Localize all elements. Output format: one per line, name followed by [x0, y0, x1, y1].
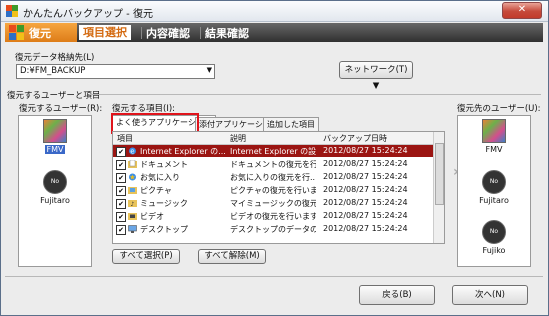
destination-label: 復元データ格納先(L)	[15, 53, 95, 63]
no-image-avatar-icon: No	[43, 170, 67, 194]
app-window: かんたんバックアップ - 復元 ✕ 復元 項目選択 内容確認 結果確認 復元デー…	[0, 0, 549, 316]
user-name: Fujitaro	[40, 196, 70, 205]
row-date: 2012/08/27 15:24:24	[323, 211, 408, 220]
dest-user-fmv[interactable]: FMV	[474, 119, 514, 154]
no-image-avatar-icon: No	[482, 220, 506, 244]
step-confirm: 内容確認	[146, 27, 190, 40]
svg-text:♪: ♪	[131, 201, 135, 207]
svg-text:★: ★	[129, 174, 135, 182]
table-row[interactable]: ✔ ドキュメント ドキュメントの復元を行... 2012/08/27 15:24…	[113, 158, 433, 170]
row-description: ドキュメントの復元を行...	[230, 160, 316, 169]
next-button[interactable]: 次へ(N)	[452, 285, 528, 305]
row-date: 2012/08/27 15:24:24	[323, 146, 408, 155]
destination-combo[interactable]: D:¥FM_BACKUP ▼	[16, 64, 215, 79]
checkbox[interactable]: ✔	[116, 212, 126, 222]
row-name: デスクトップ	[140, 225, 188, 234]
desktop-icon	[128, 225, 137, 233]
user-name: Fujiko	[482, 246, 506, 255]
table-row[interactable]: ✔ ピクチャ ピクチャの復元を行いま... 2012/08/27 15:24:2…	[113, 184, 433, 196]
row-date: 2012/08/27 15:24:24	[323, 224, 408, 233]
row-description: マイミュージックの復元...	[230, 199, 316, 208]
checkbox[interactable]: ✔	[116, 160, 126, 170]
no-image-avatar-icon: No	[482, 170, 506, 194]
user-name: FMV	[485, 145, 503, 154]
user-name: Fujitaro	[479, 196, 509, 205]
source-users-panel: FMV No Fujitaro	[18, 115, 92, 267]
column-header-item[interactable]: 項目	[117, 133, 133, 144]
network-button[interactable]: ネットワーク(T) ▼	[339, 61, 413, 91]
section-divider	[89, 94, 541, 95]
close-button[interactable]: ✕	[502, 2, 542, 19]
title-bar: かんたんバックアップ - 復元 ✕	[1, 1, 548, 22]
source-users-label: 復元するユーザー(R):	[19, 104, 103, 114]
tab-added-items[interactable]: 追加した項目	[263, 117, 319, 131]
row-date: 2012/08/27 15:24:24	[323, 172, 408, 181]
deselect-all-button[interactable]: すべて解除(M)	[198, 249, 266, 264]
table-row[interactable]: ✔ ♪ ミュージック マイミュージックの復元... 2012/08/27 15:…	[113, 197, 433, 209]
source-user-fmv[interactable]: FMV	[35, 119, 75, 154]
app-icon	[6, 5, 18, 17]
row-name: お気に入り	[140, 173, 180, 182]
favorites-icon: ★	[129, 173, 136, 182]
music-icon: ♪	[128, 200, 137, 207]
back-button[interactable]: 戻る(B)	[359, 285, 435, 305]
row-description: お気に入りの復元を行...	[230, 173, 316, 182]
window-title: かんたんバックアップ - 復元	[23, 9, 153, 20]
step-item-select: 項目選択	[79, 25, 131, 40]
user-avatar	[43, 119, 67, 143]
checkbox[interactable]: ✔	[116, 225, 126, 235]
destination-value: D:¥FM_BACKUP	[20, 66, 86, 76]
row-date: 2012/08/27 15:24:24	[323, 198, 408, 207]
row-name: ビデオ	[140, 212, 164, 221]
row-name: Internet Explorer の...	[140, 147, 226, 156]
restore-logo-icon	[9, 25, 24, 40]
source-user-fujitaro[interactable]: No Fujitaro	[35, 170, 75, 205]
table-row[interactable]: ✔ e Internet Explorer の... Internet Expl…	[113, 145, 433, 157]
chevron-down-icon: ▼	[206, 66, 212, 74]
row-name: ミュージック	[140, 199, 188, 208]
checkbox[interactable]: ✔	[116, 147, 126, 157]
step-separator	[141, 27, 142, 39]
list-header: 項目 説明 バックアップ日時	[113, 132, 433, 145]
table-row[interactable]: ✔ ビデオ ビデオの復元を行います。 2012/08/27 15:24:24	[113, 210, 433, 222]
row-date: 2012/08/27 15:24:24	[323, 185, 408, 194]
video-icon	[128, 213, 137, 220]
table-row[interactable]: ✔ デスクトップ デスクトップのデータの復... 2012/08/27 15:2…	[113, 223, 433, 235]
select-all-button[interactable]: すべて選択(P)	[112, 249, 180, 264]
table-row[interactable]: ✔ ★ お気に入り お気に入りの復元を行... 2012/08/27 15:24…	[113, 171, 433, 183]
ie-icon: e	[129, 147, 136, 156]
brand-title: 復元	[29, 27, 51, 40]
column-header-description[interactable]: 説明	[230, 133, 246, 144]
step-separator	[200, 27, 201, 39]
checkbox[interactable]: ✔	[116, 173, 126, 183]
items-list: 項目 説明 バックアップ日時 ✔ e Internet Explorer の..…	[112, 131, 445, 244]
user-name: FMV	[44, 145, 66, 154]
row-date: 2012/08/27 15:24:24	[323, 159, 408, 168]
row-name: ピクチャ	[140, 186, 172, 195]
scrollbar-thumb[interactable]	[435, 143, 444, 205]
footer-divider	[5, 276, 543, 277]
step-result: 結果確認	[205, 27, 249, 40]
documents-icon	[128, 160, 137, 168]
pictures-icon	[128, 187, 137, 194]
row-description: Internet Explorer の設...	[230, 147, 316, 156]
row-description: デスクトップのデータの復...	[230, 225, 316, 234]
dest-users-label: 復元先のユーザー(U):	[457, 104, 541, 114]
column-header-backup-date[interactable]: バックアップ日時	[323, 133, 387, 144]
list-scrollbar[interactable]	[433, 132, 444, 243]
user-avatar	[482, 119, 506, 143]
checkbox[interactable]: ✔	[116, 186, 126, 196]
wizard-header: 復元 項目選択 内容確認 結果確認	[5, 23, 543, 42]
checkbox[interactable]: ✔	[116, 199, 126, 209]
dest-users-panel: FMV No Fujitaro No Fujiko	[457, 115, 531, 267]
row-description: ビデオの復元を行います。	[230, 212, 316, 221]
section-label: 復元するユーザーと項目	[7, 91, 101, 101]
svg-text:e: e	[130, 148, 134, 156]
row-description: ピクチャの復元を行いま...	[230, 186, 316, 195]
close-icon: ✕	[517, 4, 527, 15]
row-name: ドキュメント	[140, 160, 188, 169]
dest-user-fujitaro[interactable]: No Fujitaro	[474, 170, 514, 205]
dest-user-fujiko[interactable]: No Fujiko	[474, 220, 514, 255]
